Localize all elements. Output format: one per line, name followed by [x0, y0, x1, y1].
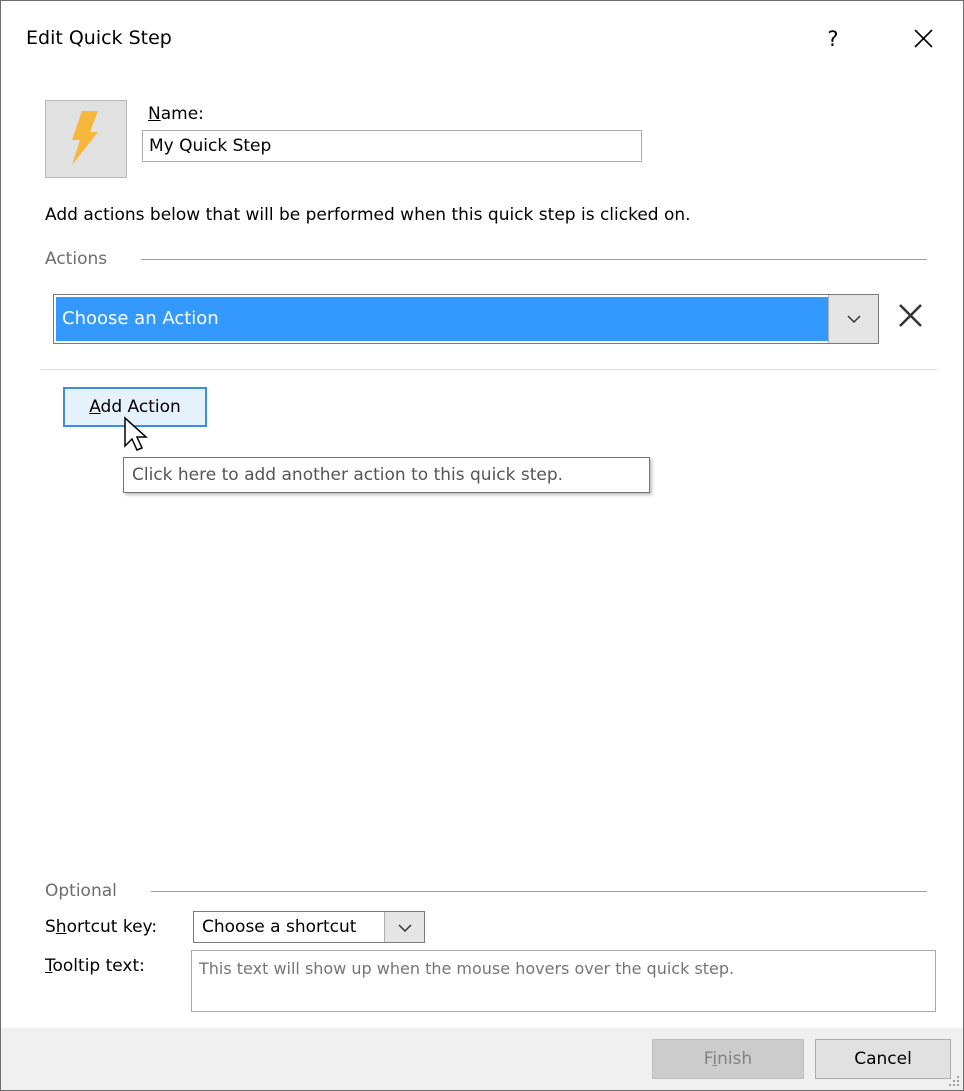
name-label: Name:: [148, 104, 204, 124]
actions-separator: [41, 369, 937, 370]
actions-group-label: Actions: [45, 249, 108, 269]
action-select-value: Choose an Action: [56, 297, 828, 341]
action-select-dropdown-button[interactable]: [828, 295, 878, 343]
close-icon: [914, 29, 933, 48]
instructions-text: Add actions below that will be performed…: [45, 205, 691, 225]
lightning-bolt-icon: [72, 111, 98, 165]
action-select[interactable]: Choose an Action: [53, 294, 879, 344]
chevron-down-icon: [398, 924, 412, 933]
edit-quick-step-dialog: Edit Quick Step ? Name: Add actions belo…: [0, 0, 964, 1091]
name-input[interactable]: [142, 130, 642, 162]
remove-action-icon: [899, 304, 922, 327]
help-button[interactable]: ?: [813, 19, 853, 59]
close-button[interactable]: [901, 17, 945, 61]
optional-group-label: Optional: [45, 881, 117, 901]
optional-group-divider: [151, 891, 927, 892]
tooltip-text-label: Tooltip text:: [45, 956, 145, 976]
cancel-button[interactable]: Cancel: [815, 1039, 951, 1079]
add-action-tooltip: Click here to add another action to this…: [123, 457, 650, 493]
chevron-down-icon: [847, 315, 861, 324]
resize-grip-icon[interactable]: [947, 1074, 961, 1088]
dialog-title: Edit Quick Step: [26, 27, 172, 49]
title-bar: Edit Quick Step ?: [1, 1, 963, 79]
finish-button[interactable]: Finish: [652, 1039, 804, 1079]
shortcut-key-label: Shortcut key:: [45, 917, 158, 937]
actions-group-divider: [141, 259, 927, 260]
quick-step-icon-button[interactable]: [45, 100, 127, 178]
tooltip-text-input[interactable]: [191, 950, 936, 1012]
remove-action-button[interactable]: [891, 297, 931, 337]
mouse-cursor-icon: [124, 416, 148, 451]
shortcut-key-select[interactable]: Choose a shortcut: [193, 911, 425, 943]
shortcut-key-dropdown-button[interactable]: [384, 912, 424, 942]
shortcut-key-value: Choose a shortcut: [202, 917, 357, 937]
